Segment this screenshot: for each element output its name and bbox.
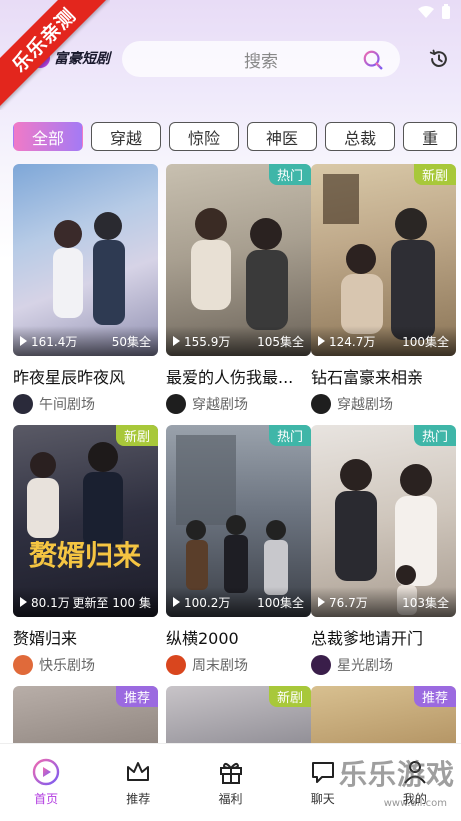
drama-poster[interactable]: 新剧 124.7万 100集全 — [311, 164, 456, 356]
source-name: 快乐剧场 — [39, 658, 95, 674]
history-icon[interactable] — [428, 48, 450, 70]
search-placeholder: 搜索 — [244, 51, 278, 72]
nav-recommend[interactable]: 推荐 — [92, 744, 184, 821]
view-count: 155.9万 — [184, 334, 231, 349]
drama-card[interactable]: 新剧 124.7万 100集全 钻石富豪来相亲 穿越剧场 — [311, 164, 456, 414]
status-badge: 推荐 — [413, 686, 456, 707]
drama-title[interactable]: 钻石富豪来相亲 — [311, 364, 456, 388]
source-name: 穿越剧场 — [337, 397, 393, 413]
play-icon — [20, 336, 27, 346]
nav-label: 福利 — [218, 792, 243, 806]
tab-more[interactable]: 重 — [403, 122, 458, 151]
site-watermark: 乐乐游戏 — [338, 758, 455, 791]
gift-icon — [219, 762, 242, 784]
source-avatar — [166, 394, 186, 414]
site-watermark-url: www.dll.com — [383, 798, 447, 809]
drama-title[interactable]: 总裁爹地请开门 — [311, 625, 456, 649]
promo-ribbon: 乐乐亲测 — [0, 0, 110, 110]
category-tabs: 全部 穿越 惊险 神医 总裁 重 — [13, 122, 458, 151]
episode-count: 更新至 100 集 — [72, 595, 151, 610]
nav-home[interactable]: 首页 — [0, 744, 92, 821]
drama-source: 穿越剧场 — [166, 394, 311, 414]
status-badge: 新剧 — [268, 686, 311, 707]
episode-count: 100集全 — [257, 595, 304, 610]
play-circle-icon — [32, 758, 60, 786]
drama-source: 穿越剧场 — [311, 394, 456, 414]
view-count: 100.2万 — [184, 595, 231, 610]
episode-count: 105集全 — [257, 334, 304, 349]
play-icon — [173, 597, 180, 607]
drama-poster[interactable]: 热门 155.9万 105集全 — [166, 164, 311, 356]
status-badge: 热门 — [268, 425, 311, 446]
status-badge: 热门 — [268, 164, 311, 185]
play-icon — [318, 597, 325, 607]
drama-card[interactable]: 热门 76.7万 103集全 总裁爹地请开门 星光剧场 — [311, 425, 456, 675]
episode-count: 100集全 — [402, 334, 449, 349]
view-count: 124.7万 — [329, 334, 376, 349]
episode-count: 103集全 — [402, 595, 449, 610]
status-badge: 热门 — [413, 425, 456, 446]
tab-all[interactable]: 全部 — [13, 122, 84, 151]
status-badge: 新剧 — [115, 425, 158, 446]
promo-ribbon-text: 乐乐亲测 — [0, 0, 110, 110]
drama-card[interactable]: 热门 155.9万 105集全 最爱的人伤我最... 穿越剧场 — [166, 164, 311, 414]
source-avatar — [311, 394, 331, 414]
tab-ceo[interactable]: 总裁 — [325, 122, 396, 151]
play-icon — [173, 336, 180, 346]
episode-count: 50集全 — [111, 334, 151, 349]
drama-source: 周末剧场 — [166, 655, 311, 675]
source-avatar — [166, 655, 186, 675]
drama-card[interactable]: 热门 100.2万 100集全 纵横2000 周末剧场 — [166, 425, 311, 675]
chat-icon — [311, 762, 334, 783]
drama-source: 星光剧场 — [311, 655, 456, 675]
nav-label: 推荐 — [126, 792, 151, 806]
source-avatar — [13, 394, 33, 414]
tab-thriller[interactable]: 惊险 — [169, 122, 240, 151]
search-icon[interactable] — [362, 49, 384, 71]
drama-poster[interactable]: 161.4万 50集全 — [13, 164, 158, 356]
status-badge: 推荐 — [115, 686, 158, 707]
svg-text:赘婿归来: 赘婿归来 — [29, 539, 141, 572]
drama-poster[interactable]: 热门 76.7万 103集全 — [311, 425, 456, 617]
source-avatar — [13, 655, 33, 675]
drama-card[interactable]: 161.4万 50集全 昨夜星辰昨夜风 午间剧场 — [13, 164, 158, 414]
view-count: 161.4万 — [31, 334, 78, 349]
drama-poster[interactable]: 热门 100.2万 100集全 — [166, 425, 311, 617]
source-avatar — [311, 655, 331, 675]
nav-label: 聊天 — [310, 792, 335, 806]
status-badge: 新剧 — [413, 164, 456, 185]
drama-source: 午间剧场 — [13, 394, 158, 414]
view-count: 76.7万 — [329, 595, 368, 610]
source-name: 午间剧场 — [39, 397, 95, 413]
tab-time-travel[interactable]: 穿越 — [91, 122, 162, 151]
battery-icon — [442, 4, 450, 19]
tab-doctor[interactable]: 神医 — [247, 122, 318, 151]
drama-title[interactable]: 最爱的人伤我最... — [166, 364, 311, 388]
nav-label: 首页 — [34, 792, 59, 806]
search-input[interactable]: 搜索 — [122, 41, 400, 77]
drama-source: 快乐剧场 — [13, 655, 158, 675]
play-icon — [318, 336, 325, 346]
drama-title[interactable]: 昨夜星辰昨夜风 — [13, 364, 158, 388]
nav-welfare[interactable]: 福利 — [184, 744, 276, 821]
play-icon — [20, 597, 27, 607]
view-count: 80.1万 — [31, 595, 70, 610]
source-name: 星光剧场 — [337, 658, 393, 674]
source-name: 穿越剧场 — [192, 397, 248, 413]
source-name: 周末剧场 — [192, 658, 248, 674]
drama-title[interactable]: 纵横2000 — [166, 625, 311, 649]
drama-card[interactable]: 赘婿归来 新剧 80.1万 更新至 100 集 赘婿归来 快乐剧场 — [13, 425, 158, 675]
crown-icon — [127, 762, 150, 781]
drama-poster[interactable]: 赘婿归来 新剧 80.1万 更新至 100 集 — [13, 425, 158, 617]
wifi-icon — [418, 6, 434, 18]
drama-title[interactable]: 赘婿归来 — [13, 625, 158, 649]
